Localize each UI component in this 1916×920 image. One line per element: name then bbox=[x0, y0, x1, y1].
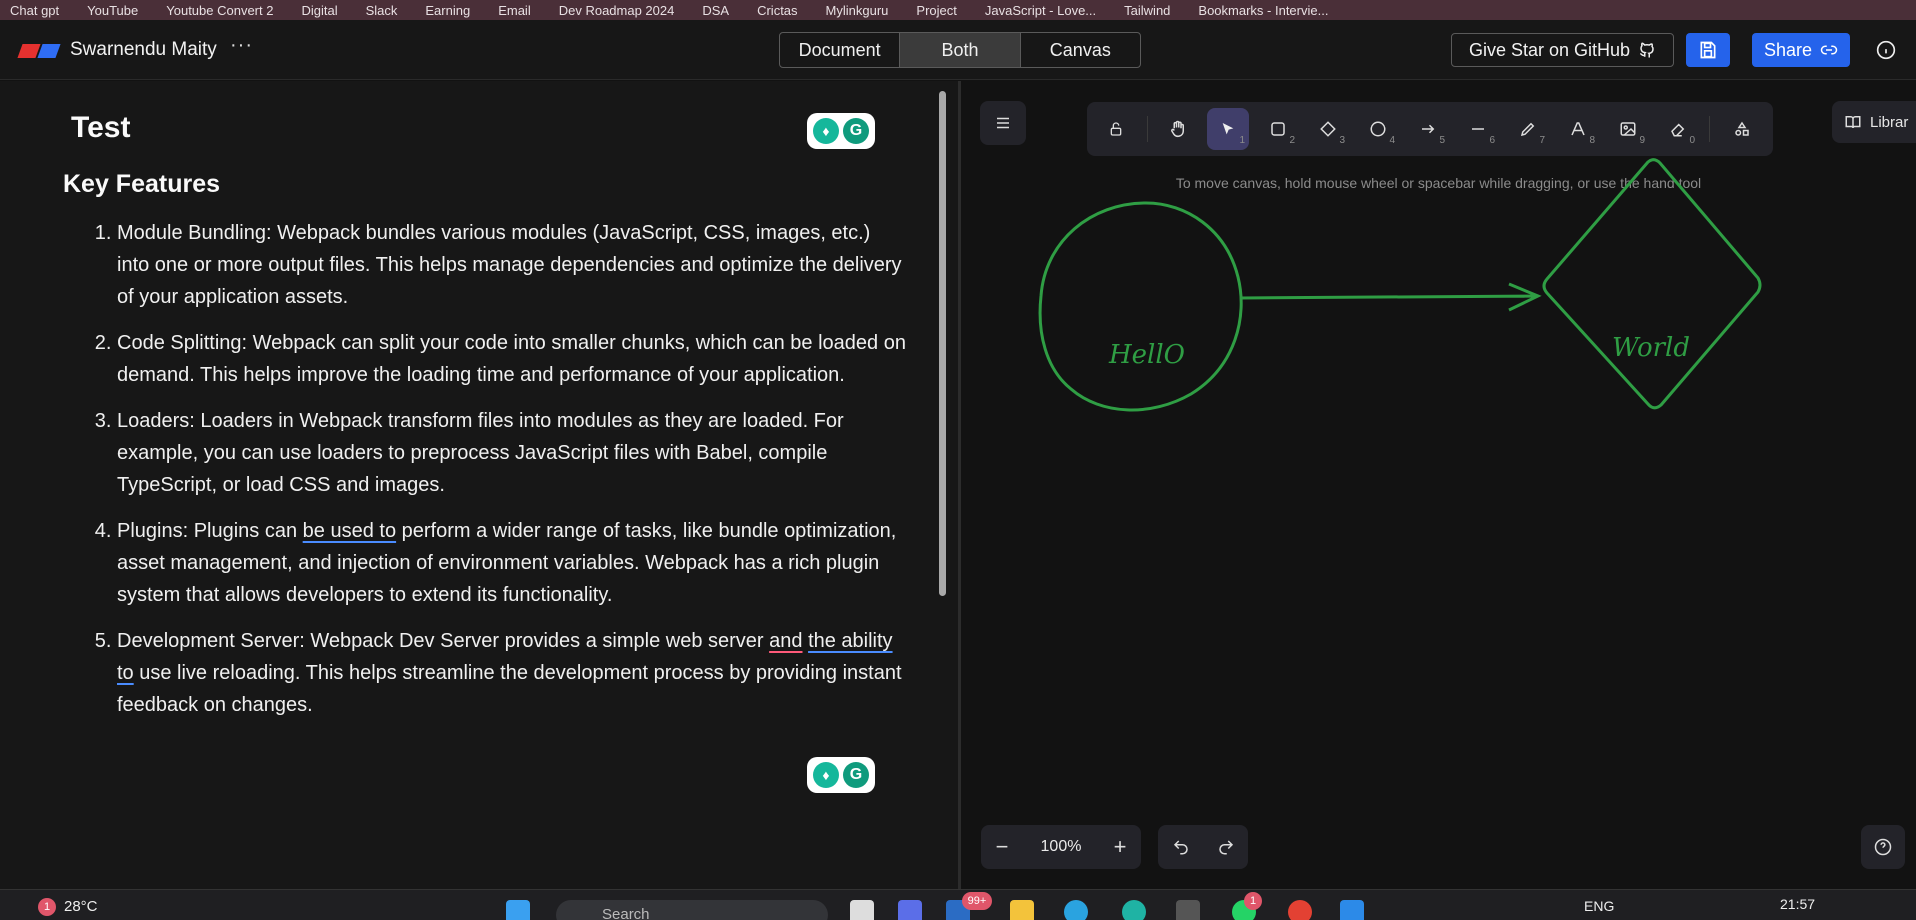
telegram-icon[interactable] bbox=[1064, 900, 1088, 920]
canvas-pane[interactable]: 1 2 3 4 5 6 7 8 9 0 Librar To move canva… bbox=[961, 81, 1916, 889]
bookmark-item[interactable]: Dev Roadmap 2024 bbox=[559, 3, 675, 18]
lightbulb-icon: ♦ bbox=[813, 118, 839, 144]
windows-start-icon[interactable] bbox=[506, 900, 530, 920]
folder-icon[interactable] bbox=[1010, 900, 1034, 920]
help-icon bbox=[1874, 838, 1892, 856]
bookmark-item[interactable]: Mylinkguru bbox=[826, 3, 889, 18]
list-item[interactable]: Code Splitting: Webpack can split your c… bbox=[117, 327, 907, 391]
link-icon bbox=[1820, 45, 1838, 55]
zoom-controls: − 100% + bbox=[981, 825, 1141, 869]
file-icon[interactable] bbox=[850, 900, 874, 920]
edge-icon[interactable] bbox=[1122, 900, 1146, 920]
grammarly-icon: G bbox=[843, 118, 869, 144]
document-pane: Test ♦ G Key Features Module Bundling: W… bbox=[0, 81, 958, 889]
weather-temp[interactable]: 28°C bbox=[64, 898, 98, 915]
info-icon[interactable] bbox=[1876, 40, 1896, 60]
user-name: Swarnendu Maity bbox=[70, 39, 217, 60]
redo-icon[interactable] bbox=[1217, 838, 1235, 856]
list-item[interactable]: Plugins: Plugins can be used to perform … bbox=[117, 515, 907, 611]
bookmark-item[interactable]: Project bbox=[916, 3, 956, 18]
copilot-icon[interactable] bbox=[898, 900, 922, 920]
tab-canvas[interactable]: Canvas bbox=[1021, 33, 1140, 67]
bookmark-item[interactable]: DSA bbox=[702, 3, 729, 18]
zoom-level[interactable]: 100% bbox=[1023, 825, 1099, 869]
history-controls bbox=[1158, 825, 1248, 869]
system-clock[interactable]: 21:57 bbox=[1780, 896, 1815, 912]
grammarly-widget[interactable]: ♦ G bbox=[807, 113, 875, 149]
undo-icon[interactable] bbox=[1172, 838, 1190, 856]
tab-document[interactable]: Document bbox=[780, 33, 901, 67]
app-logo[interactable] bbox=[17, 44, 61, 58]
list-item[interactable]: Development Server: Webpack Dev Server p… bbox=[117, 625, 907, 721]
chrome-icon[interactable] bbox=[1288, 900, 1312, 920]
app-header: Swarnendu Maity ··· Document Both Canvas… bbox=[0, 20, 1916, 80]
whatsapp-badge: 1 bbox=[1244, 892, 1262, 910]
bookmark-item[interactable]: Youtube Convert 2 bbox=[166, 3, 273, 18]
terminal-icon[interactable] bbox=[1176, 900, 1200, 920]
bookmark-item[interactable]: Slack bbox=[366, 3, 398, 18]
list-item[interactable]: Loaders: Loaders in Webpack transform fi… bbox=[117, 405, 907, 501]
bookmarks-bar: Chat gpt YouTube Youtube Convert 2 Digital S… bbox=[0, 0, 1916, 20]
section-heading[interactable]: Key Features bbox=[63, 170, 220, 199]
bookmark-item[interactable]: Bookmarks - Intervie... bbox=[1198, 3, 1328, 18]
more-options-button[interactable]: ··· bbox=[230, 34, 253, 57]
shape-group[interactable] bbox=[1038, 158, 1762, 412]
view-mode-switcher: Document Both Canvas bbox=[779, 32, 1141, 68]
share-button[interactable]: Share bbox=[1752, 33, 1850, 67]
save-button[interactable] bbox=[1686, 33, 1730, 67]
spelling-suggestion[interactable]: and bbox=[769, 630, 802, 652]
bookmark-item[interactable]: Crictas bbox=[757, 3, 797, 18]
grammarly-widget[interactable]: ♦ G bbox=[807, 757, 875, 793]
weather-badge: 1 bbox=[38, 898, 56, 916]
share-label: Share bbox=[1763, 39, 1813, 60]
vscode-icon[interactable] bbox=[1340, 900, 1364, 920]
tab-both[interactable]: Both bbox=[900, 33, 1021, 67]
document-title[interactable]: Test bbox=[71, 111, 130, 145]
feature-list: Module Bundling: Webpack bundles various… bbox=[83, 217, 907, 735]
bookmark-item[interactable]: Digital bbox=[301, 3, 337, 18]
world-diamond-shape[interactable] bbox=[1542, 158, 1762, 410]
zoom-out-button[interactable]: − bbox=[981, 825, 1023, 869]
world-label[interactable]: World bbox=[1612, 333, 1690, 363]
scrollbar-thumb[interactable] bbox=[939, 91, 946, 596]
bookmark-item[interactable]: JavaScript - Love... bbox=[985, 3, 1096, 18]
document-scrollbar[interactable] bbox=[937, 91, 947, 831]
grammar-suggestion[interactable]: be used to bbox=[303, 520, 396, 542]
github-star-label: Give Star on GitHub bbox=[1468, 39, 1631, 60]
hello-circle-shape[interactable] bbox=[1038, 201, 1243, 412]
canvas-drawing[interactable]: HellO World bbox=[961, 81, 1916, 741]
bookmark-item[interactable]: Email bbox=[498, 3, 531, 18]
github-star-button[interactable]: Give Star on GitHub bbox=[1451, 33, 1674, 67]
lightbulb-icon: ♦ bbox=[813, 762, 839, 788]
bookmark-item[interactable]: Tailwind bbox=[1124, 3, 1170, 18]
github-icon bbox=[1640, 42, 1654, 58]
language-indicator[interactable]: ENG bbox=[1584, 898, 1614, 914]
list-item[interactable]: Module Bundling: Webpack bundles various… bbox=[117, 217, 907, 313]
hello-label[interactable]: HellO bbox=[1108, 340, 1185, 370]
bookmark-item[interactable]: Chat gpt bbox=[10, 3, 59, 18]
bookmark-item[interactable]: Earning bbox=[425, 3, 470, 18]
connector-arrow[interactable] bbox=[1240, 282, 1542, 312]
grammarly-icon: G bbox=[843, 762, 869, 788]
bookmark-item[interactable]: YouTube bbox=[87, 3, 138, 18]
store-badge: 99+ bbox=[962, 892, 992, 910]
os-taskbar: 1 28°C Search 99+ 1 ENG 21:57 bbox=[0, 889, 1916, 920]
help-button[interactable] bbox=[1861, 825, 1905, 869]
taskbar-search[interactable]: Search bbox=[556, 900, 828, 920]
save-icon bbox=[1700, 41, 1716, 59]
zoom-in-button[interactable]: + bbox=[1099, 825, 1141, 869]
